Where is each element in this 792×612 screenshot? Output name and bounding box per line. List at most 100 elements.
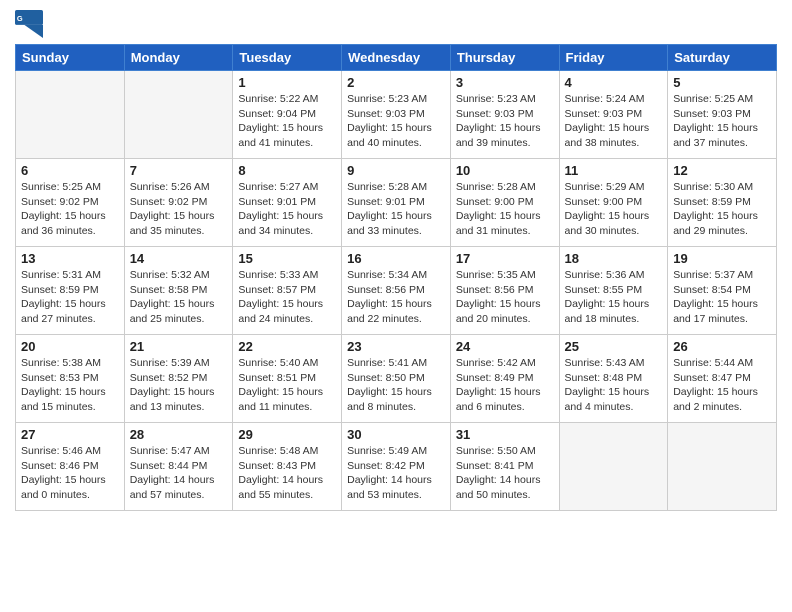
day-number: 14 <box>130 251 228 266</box>
day-number: 3 <box>456 75 554 90</box>
day-info: Sunrise: 5:30 AM Sunset: 8:59 PM Dayligh… <box>673 180 771 239</box>
week-row-4: 20 Sunrise: 5:38 AM Sunset: 8:53 PM Dayli… <box>16 335 777 423</box>
calendar-cell: 21 Sunrise: 5:39 AM Sunset: 8:52 PM Dayli… <box>124 335 233 423</box>
day-number: 8 <box>238 163 336 178</box>
calendar-cell: 31 Sunrise: 5:50 AM Sunset: 8:41 PM Dayli… <box>450 423 559 511</box>
calendar-cell: 12 Sunrise: 5:30 AM Sunset: 8:59 PM Dayli… <box>668 159 777 247</box>
day-info: Sunrise: 5:47 AM Sunset: 8:44 PM Dayligh… <box>130 444 228 503</box>
day-info: Sunrise: 5:29 AM Sunset: 9:00 PM Dayligh… <box>565 180 663 239</box>
calendar-cell: 16 Sunrise: 5:34 AM Sunset: 8:56 PM Dayli… <box>342 247 451 335</box>
week-row-3: 13 Sunrise: 5:31 AM Sunset: 8:59 PM Dayli… <box>16 247 777 335</box>
day-info: Sunrise: 5:23 AM Sunset: 9:03 PM Dayligh… <box>456 92 554 151</box>
day-number: 30 <box>347 427 445 442</box>
week-row-2: 6Sunrise: 5:25 AM Sunset: 9:02 PM Daylig… <box>16 159 777 247</box>
calendar-cell: 23Sunrise: 5:41 AM Sunset: 8:50 PM Dayli… <box>342 335 451 423</box>
day-number: 1 <box>238 75 336 90</box>
calendar-cell: 15 Sunrise: 5:33 AM Sunset: 8:57 PM Dayli… <box>233 247 342 335</box>
calendar-cell: 29Sunrise: 5:48 AM Sunset: 8:43 PM Dayli… <box>233 423 342 511</box>
day-number: 21 <box>130 339 228 354</box>
calendar-cell: 27 Sunrise: 5:46 AM Sunset: 8:46 PM Dayli… <box>16 423 125 511</box>
day-header-wednesday: Wednesday <box>342 45 451 71</box>
calendar-cell: 22Sunrise: 5:40 AM Sunset: 8:51 PM Dayli… <box>233 335 342 423</box>
day-number: 20 <box>21 339 119 354</box>
day-number: 28 <box>130 427 228 442</box>
day-info: Sunrise: 5:46 AM Sunset: 8:46 PM Dayligh… <box>21 444 119 503</box>
day-header-monday: Monday <box>124 45 233 71</box>
calendar-cell <box>124 71 233 159</box>
day-info: Sunrise: 5:38 AM Sunset: 8:53 PM Dayligh… <box>21 356 119 415</box>
day-info: Sunrise: 5:36 AM Sunset: 8:55 PM Dayligh… <box>565 268 663 327</box>
day-info: Sunrise: 5:39 AM Sunset: 8:52 PM Dayligh… <box>130 356 228 415</box>
calendar-cell: 13 Sunrise: 5:31 AM Sunset: 8:59 PM Dayli… <box>16 247 125 335</box>
svg-text:G: G <box>17 14 23 23</box>
calendar-cell: 19 Sunrise: 5:37 AM Sunset: 8:54 PM Dayli… <box>668 247 777 335</box>
day-number: 27 <box>21 427 119 442</box>
day-number: 13 <box>21 251 119 266</box>
calendar-cell <box>668 423 777 511</box>
day-info: Sunrise: 5:28 AM Sunset: 9:00 PM Dayligh… <box>456 180 554 239</box>
calendar-cell <box>16 71 125 159</box>
day-number: 31 <box>456 427 554 442</box>
day-number: 11 <box>565 163 663 178</box>
day-info: Sunrise: 5:43 AM Sunset: 8:48 PM Dayligh… <box>565 356 663 415</box>
day-number: 7 <box>130 163 228 178</box>
day-info: Sunrise: 5:26 AM Sunset: 9:02 PM Dayligh… <box>130 180 228 239</box>
day-number: 9 <box>347 163 445 178</box>
day-number: 5 <box>673 75 771 90</box>
day-info: Sunrise: 5:31 AM Sunset: 8:59 PM Dayligh… <box>21 268 119 327</box>
day-info: Sunrise: 5:49 AM Sunset: 8:42 PM Dayligh… <box>347 444 445 503</box>
calendar-cell: 7 Sunrise: 5:26 AM Sunset: 9:02 PM Daylig… <box>124 159 233 247</box>
calendar-cell: 2 Sunrise: 5:23 AM Sunset: 9:03 PM Daylig… <box>342 71 451 159</box>
calendar-cell: 30 Sunrise: 5:49 AM Sunset: 8:42 PM Dayli… <box>342 423 451 511</box>
calendar-cell: 14 Sunrise: 5:32 AM Sunset: 8:58 PM Dayli… <box>124 247 233 335</box>
day-info: Sunrise: 5:50 AM Sunset: 8:41 PM Dayligh… <box>456 444 554 503</box>
day-info: Sunrise: 5:28 AM Sunset: 9:01 PM Dayligh… <box>347 180 445 239</box>
calendar-cell: 9 Sunrise: 5:28 AM Sunset: 9:01 PM Daylig… <box>342 159 451 247</box>
calendar-cell: 4Sunrise: 5:24 AM Sunset: 9:03 PM Daylig… <box>559 71 668 159</box>
day-number: 18 <box>565 251 663 266</box>
day-info: Sunrise: 5:22 AM Sunset: 9:04 PM Dayligh… <box>238 92 336 151</box>
calendar-cell: 17Sunrise: 5:35 AM Sunset: 8:56 PM Dayli… <box>450 247 559 335</box>
day-number: 12 <box>673 163 771 178</box>
day-number: 23 <box>347 339 445 354</box>
calendar-cell <box>559 423 668 511</box>
calendar-cell: 18 Sunrise: 5:36 AM Sunset: 8:55 PM Dayli… <box>559 247 668 335</box>
day-number: 2 <box>347 75 445 90</box>
day-header-thursday: Thursday <box>450 45 559 71</box>
calendar-cell: 1 Sunrise: 5:22 AM Sunset: 9:04 PM Daylig… <box>233 71 342 159</box>
day-info: Sunrise: 5:25 AM Sunset: 9:02 PM Dayligh… <box>21 180 119 239</box>
logo-icon: G <box>15 10 43 38</box>
calendar-cell: 24Sunrise: 5:42 AM Sunset: 8:49 PM Dayli… <box>450 335 559 423</box>
calendar-cell: 6Sunrise: 5:25 AM Sunset: 9:02 PM Daylig… <box>16 159 125 247</box>
calendar-cell: 3 Sunrise: 5:23 AM Sunset: 9:03 PM Daylig… <box>450 71 559 159</box>
day-info: Sunrise: 5:23 AM Sunset: 9:03 PM Dayligh… <box>347 92 445 151</box>
day-number: 26 <box>673 339 771 354</box>
day-number: 25 <box>565 339 663 354</box>
week-row-5: 27 Sunrise: 5:46 AM Sunset: 8:46 PM Dayli… <box>16 423 777 511</box>
calendar-cell: 25 Sunrise: 5:43 AM Sunset: 8:48 PM Dayli… <box>559 335 668 423</box>
day-number: 15 <box>238 251 336 266</box>
week-row-1: 1 Sunrise: 5:22 AM Sunset: 9:04 PM Daylig… <box>16 71 777 159</box>
day-info: Sunrise: 5:27 AM Sunset: 9:01 PM Dayligh… <box>238 180 336 239</box>
day-info: Sunrise: 5:34 AM Sunset: 8:56 PM Dayligh… <box>347 268 445 327</box>
logo: G <box>15 10 47 38</box>
day-info: Sunrise: 5:32 AM Sunset: 8:58 PM Dayligh… <box>130 268 228 327</box>
day-number: 29 <box>238 427 336 442</box>
day-info: Sunrise: 5:33 AM Sunset: 8:57 PM Dayligh… <box>238 268 336 327</box>
day-header-tuesday: Tuesday <box>233 45 342 71</box>
day-number: 22 <box>238 339 336 354</box>
day-info: Sunrise: 5:44 AM Sunset: 8:47 PM Dayligh… <box>673 356 771 415</box>
day-number: 19 <box>673 251 771 266</box>
page-header: G <box>15 10 777 38</box>
day-number: 10 <box>456 163 554 178</box>
day-info: Sunrise: 5:42 AM Sunset: 8:49 PM Dayligh… <box>456 356 554 415</box>
calendar-header-row: SundayMondayTuesdayWednesdayThursdayFrid… <box>16 45 777 71</box>
calendar-cell: 5 Sunrise: 5:25 AM Sunset: 9:03 PM Daylig… <box>668 71 777 159</box>
calendar-cell: 8 Sunrise: 5:27 AM Sunset: 9:01 PM Daylig… <box>233 159 342 247</box>
day-header-sunday: Sunday <box>16 45 125 71</box>
day-info: Sunrise: 5:35 AM Sunset: 8:56 PM Dayligh… <box>456 268 554 327</box>
day-info: Sunrise: 5:25 AM Sunset: 9:03 PM Dayligh… <box>673 92 771 151</box>
day-info: Sunrise: 5:37 AM Sunset: 8:54 PM Dayligh… <box>673 268 771 327</box>
day-number: 16 <box>347 251 445 266</box>
day-number: 4 <box>565 75 663 90</box>
